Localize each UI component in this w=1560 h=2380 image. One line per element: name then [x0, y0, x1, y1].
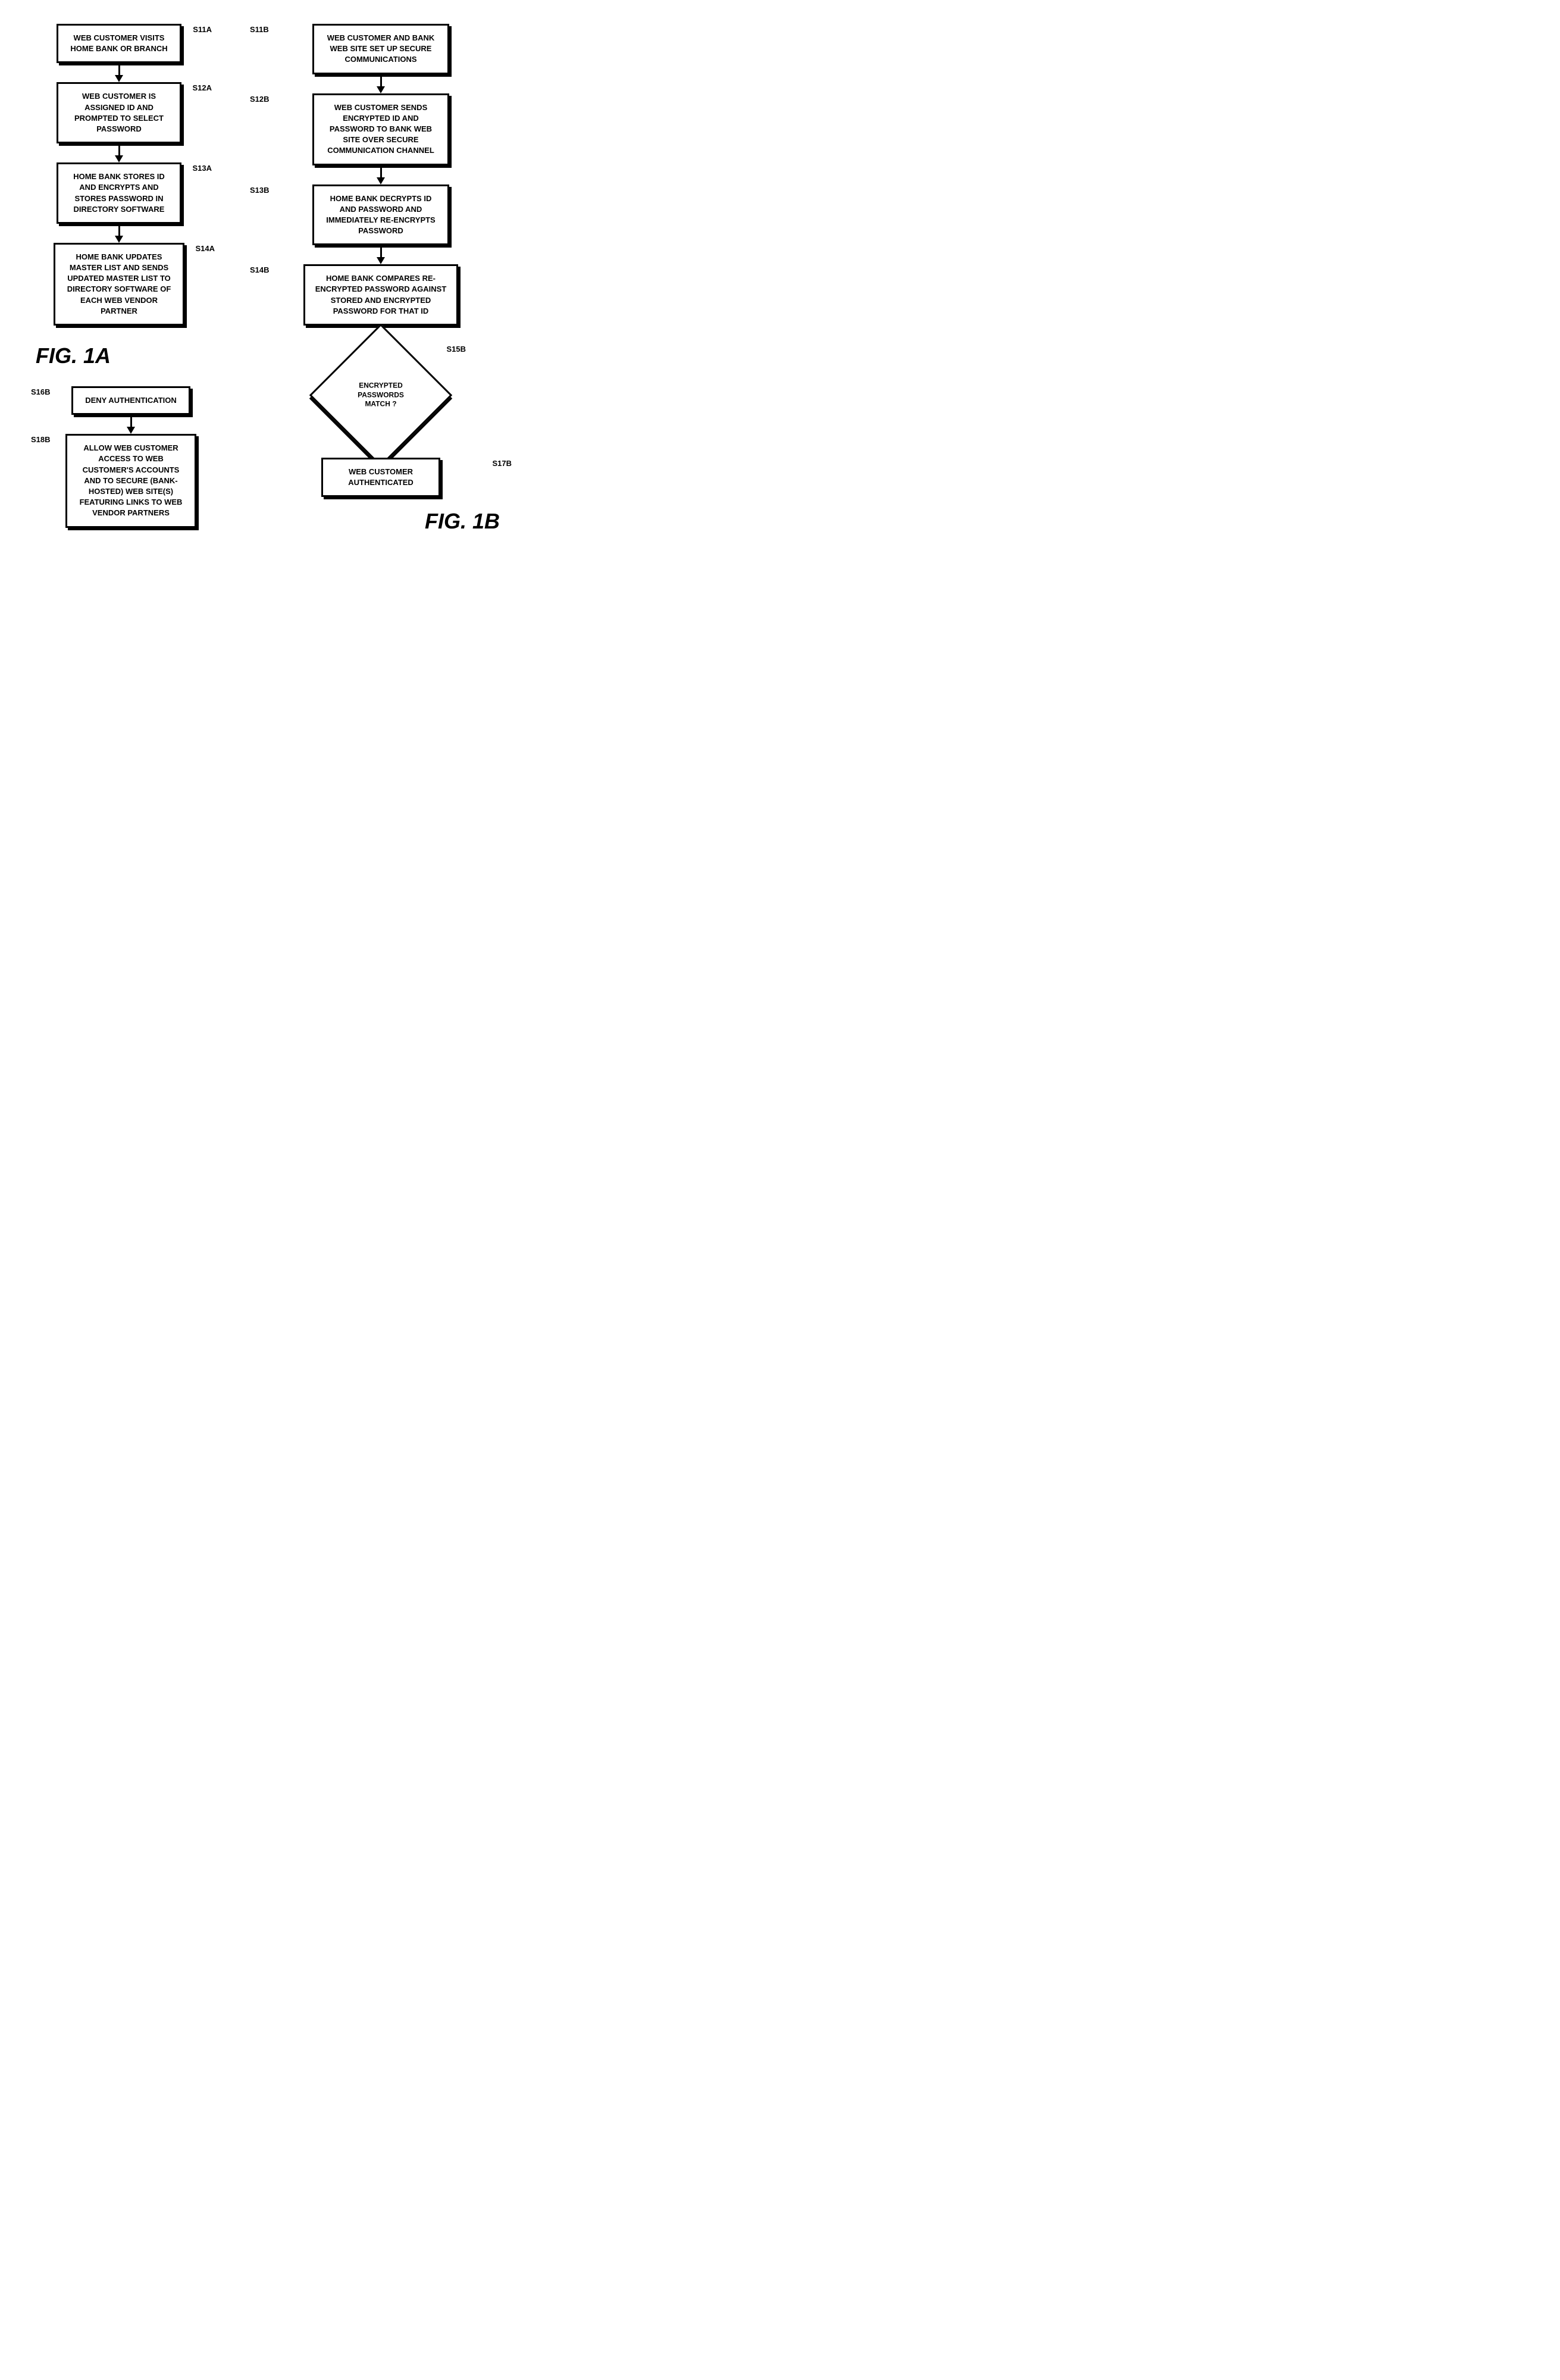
- label-s13a: S13A: [192, 163, 212, 174]
- label-s14a: S14A: [195, 243, 215, 254]
- fig1b-label: FIG. 1B: [425, 509, 500, 533]
- box-s11a: WEB CUSTOMER VISITS HOME BANK OR BRANCH …: [57, 24, 181, 63]
- arrow-1b-1: [380, 74, 382, 87]
- label-s16b-left: S16B: [31, 387, 51, 396]
- arrow-1a-2: [118, 143, 120, 157]
- arrow-s16b-down: [130, 415, 132, 428]
- arrow-1a-3: [118, 224, 120, 237]
- label-s15b: S15B: [446, 345, 466, 354]
- fig1a-label: FIG. 1A: [36, 343, 111, 368]
- box-s17b: WEB CUSTOMER AUTHENTICATED: [321, 458, 440, 497]
- label-s11a: S11A: [193, 24, 212, 35]
- box-s16b: DENY AUTHENTICATION: [71, 386, 190, 415]
- label-s18b: S18B: [31, 435, 51, 444]
- arrow-1a-1: [118, 63, 120, 76]
- label-s11b: S11B: [250, 25, 269, 34]
- label-s12b: S12B: [250, 95, 270, 104]
- box-s14b: HOME BANK COMPARES RE-ENCRYPTED PASSWORD…: [303, 264, 458, 326]
- box-s18b: ALLOW WEB CUSTOMER ACCESS TO WEB CUSTOME…: [65, 434, 196, 527]
- label-s14b: S14B: [250, 265, 270, 274]
- label-s12a: S12A: [192, 83, 212, 93]
- arrow-1b-3: [380, 245, 382, 258]
- box-s14a: HOME BANK UPDATES MASTER LIST AND SENDS …: [54, 243, 184, 326]
- box-s11b: WEB CUSTOMER AND BANK WEB SITE SET UP SE…: [312, 24, 449, 74]
- box-s13a: HOME BANK STORES ID AND ENCRYPTS AND STO…: [57, 162, 181, 224]
- box-s12a: WEB CUSTOMER IS ASSIGNED ID AND PROMPTED…: [57, 82, 181, 143]
- box-s12b: WEB CUSTOMER SENDS ENCRYPTED ID AND PASS…: [312, 93, 449, 165]
- label-s17b: S17B: [492, 459, 512, 468]
- arrow-1b-2: [380, 165, 382, 179]
- label-s13b: S13B: [250, 186, 270, 195]
- box-s13b: HOME BANK DECRYPTS ID AND PASSWORD AND I…: [312, 184, 449, 246]
